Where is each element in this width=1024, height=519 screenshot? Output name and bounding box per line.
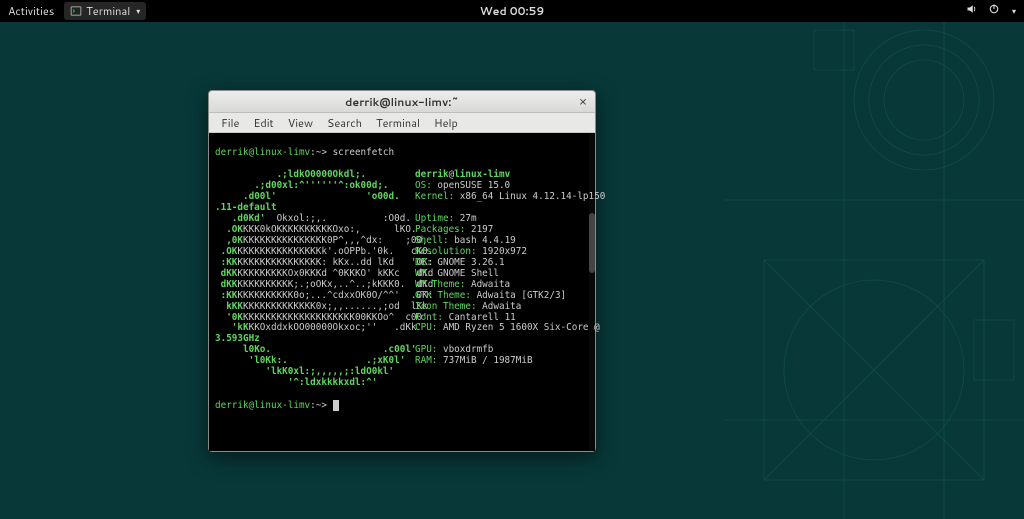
wallpaper-blueprint bbox=[724, 0, 1024, 519]
sysinfo-value: 2197 bbox=[465, 224, 493, 235]
sysinfo-value: 27m bbox=[454, 213, 476, 224]
sysinfo-label: Kernel: bbox=[415, 191, 454, 202]
sysinfo-value: Cantarell 11 bbox=[443, 312, 516, 323]
menubar: File Edit View Search Terminal Help bbox=[209, 113, 595, 133]
screenfetch-row: 'kKKKOxddxkOO00000Okxoc;'' .dKk'CPU: AMD… bbox=[215, 323, 589, 334]
sysinfo-value: Adwaita bbox=[465, 279, 510, 290]
menu-edit[interactable]: Edit bbox=[247, 113, 279, 133]
sysinfo-line bbox=[415, 378, 589, 389]
screenfetch-output: .;ldkO0000Okdl;.derrik@linux-limv .;d00x… bbox=[215, 170, 589, 389]
window-titlebar[interactable]: derrik@linux-limv:~ × bbox=[209, 91, 595, 113]
volume-icon[interactable] bbox=[966, 3, 978, 19]
menu-search[interactable]: Search bbox=[321, 113, 368, 133]
menu-file[interactable]: File bbox=[215, 113, 245, 133]
system-menu-chevron-icon[interactable]: ▾ bbox=[1012, 5, 1016, 17]
active-app-menu[interactable]: Terminal ▾ bbox=[64, 2, 146, 20]
terminal-viewport[interactable]: derrik@linux-limv:~> screenfetch .;ldkO0… bbox=[209, 133, 595, 451]
next-prompt-line: derrik@linux-limv:~> bbox=[215, 400, 589, 412]
prompt-line: derrik@linux-limv:~> screenfetch bbox=[215, 148, 589, 159]
prompt-user-host: derrik@linux-limv bbox=[215, 147, 310, 158]
sysinfo-label: RAM: bbox=[415, 355, 437, 366]
sysinfo-value: vboxdrmfb bbox=[437, 344, 493, 355]
sysinfo-label: Icon Theme: bbox=[415, 301, 477, 312]
terminal-cursor bbox=[333, 400, 339, 411]
terminal-app-icon bbox=[70, 5, 82, 17]
sysinfo-value: AMD Ryzen 5 1600X Six-Core @ bbox=[437, 322, 599, 333]
prompt-suffix: :~> bbox=[310, 147, 327, 158]
terminal-window: derrik@linux-limv:~ × File Edit View Sea… bbox=[208, 90, 596, 452]
scrollbar-thumb[interactable] bbox=[589, 213, 595, 273]
sysinfo-label: Font: bbox=[415, 312, 443, 323]
sysinfo-label: DE: bbox=[415, 257, 432, 268]
entered-command: screenfetch bbox=[333, 147, 395, 158]
terminal-scrollbar[interactable] bbox=[589, 133, 595, 451]
sysinfo-value: 737MiB / 1987MiB bbox=[437, 355, 532, 366]
sysinfo-line bbox=[415, 367, 589, 378]
sysinfo-value: x86_64 Linux 4.12.14-lp150 bbox=[454, 191, 605, 202]
menu-terminal[interactable]: Terminal bbox=[370, 113, 426, 133]
sysinfo-line: RAM: 737MiB / 1987MiB bbox=[415, 356, 589, 367]
menu-view[interactable]: View bbox=[282, 113, 319, 133]
sysinfo-label: Resolution: bbox=[415, 246, 477, 257]
sysinfo-label: GPU: bbox=[415, 344, 437, 355]
power-icon[interactable] bbox=[988, 3, 1000, 19]
sysinfo-line: Kernel: x86_64 Linux 4.12.14-lp150 bbox=[415, 192, 605, 203]
screenfetch-row: '^:ldxkkkkxdl:^' bbox=[215, 378, 589, 389]
sysinfo-label: Shell: bbox=[415, 235, 449, 246]
sysinfo-label: Packages: bbox=[415, 224, 465, 235]
activities-button[interactable]: Activities bbox=[8, 3, 54, 19]
sysinfo-label: OS: bbox=[415, 180, 432, 191]
sysinfo-label: GTK Theme: bbox=[415, 290, 471, 301]
clock[interactable]: Wed 00:59 bbox=[480, 3, 545, 19]
sysinfo-value: openSUSE 15.0 bbox=[432, 180, 510, 191]
chevron-down-icon: ▾ bbox=[136, 5, 140, 17]
gnome-topbar: Activities Terminal ▾ Wed 00:59 ▾ bbox=[0, 0, 1024, 22]
sysinfo-value: 1920x972 bbox=[477, 246, 527, 257]
sysinfo-label: WM: bbox=[415, 268, 432, 279]
sysinfo-line: CPU: AMD Ryzen 5 1600X Six-Core @ bbox=[415, 323, 600, 334]
sysinfo-value: bash 4.4.19 bbox=[449, 235, 516, 246]
sysinfo-value: Adwaita bbox=[477, 301, 522, 312]
menu-help[interactable]: Help bbox=[428, 113, 464, 133]
ascii-art-line: '^:ldxkkkkxdl:^' bbox=[215, 378, 415, 389]
sysinfo-label: Uptime: bbox=[415, 213, 454, 224]
sysinfo-value: GNOME 3.26.1 bbox=[432, 257, 505, 268]
sysinfo-label: WM Theme: bbox=[415, 279, 465, 290]
close-icon: × bbox=[579, 93, 587, 111]
sysinfo-label: CPU: bbox=[415, 322, 437, 333]
window-close-button[interactable]: × bbox=[575, 94, 591, 110]
sysinfo-value: GNOME Shell bbox=[432, 268, 499, 279]
sysinfo-value: Adwaita [GTK2/3] bbox=[471, 290, 566, 301]
window-title: derrik@linux-limv:~ bbox=[209, 94, 595, 110]
active-app-label: Terminal bbox=[86, 3, 130, 19]
